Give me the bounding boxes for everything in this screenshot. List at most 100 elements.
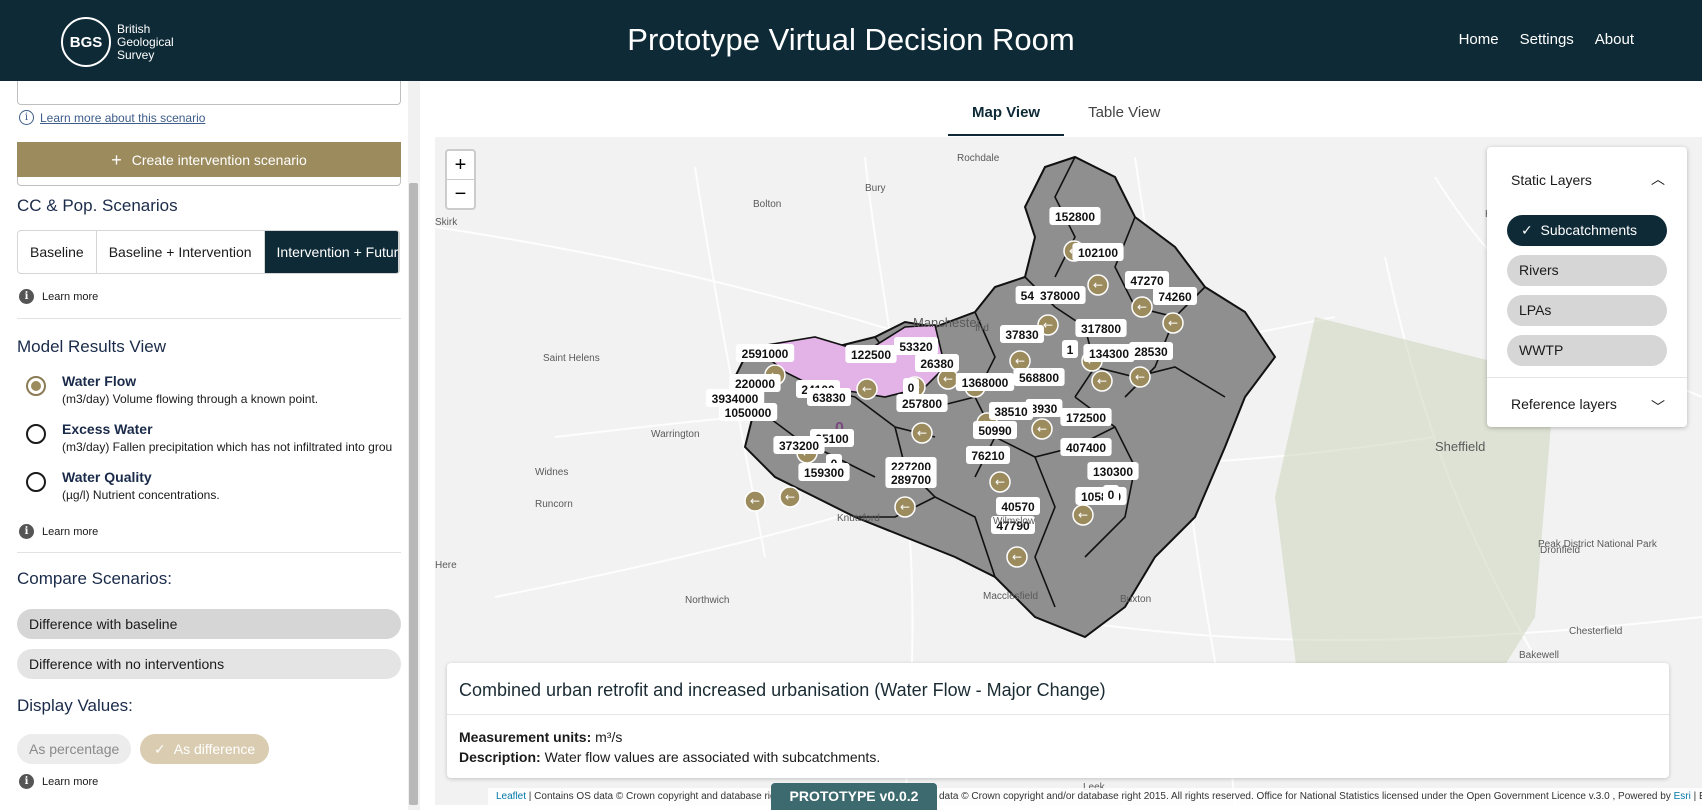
tab-table-view[interactable]: Table View xyxy=(1064,96,1184,136)
flow-marker-icon[interactable]: ← xyxy=(1162,312,1184,334)
flow-marker-icon[interactable]: ← xyxy=(894,496,916,518)
learn-more-results[interactable]: i Learn more xyxy=(19,524,98,539)
radio-excess-water[interactable]: Excess Water (m3/day) Fallen precipitati… xyxy=(26,421,392,454)
model-results-title: Model Results View xyxy=(17,337,166,356)
svg-text:220000: 220000 xyxy=(735,377,775,391)
zoom-in-button[interactable]: + xyxy=(447,151,474,179)
flow-value-label: 317800 xyxy=(1075,319,1127,337)
svg-text:←: ← xyxy=(1043,318,1053,332)
flow-marker-icon[interactable]: ← xyxy=(1006,546,1028,568)
svg-text:2591000: 2591000 xyxy=(742,347,789,361)
nav-home[interactable]: Home xyxy=(1459,31,1499,48)
compare-title: Compare Scenarios: xyxy=(17,569,172,588)
svg-text:←: ← xyxy=(943,372,953,386)
as-difference-label: As difference xyxy=(173,741,256,757)
tab-baseline[interactable]: Baseline xyxy=(18,231,97,273)
zoom-out-button[interactable]: − xyxy=(447,179,474,207)
flow-marker-icon[interactable]: ← xyxy=(911,422,933,444)
flow-value-label: 37830 xyxy=(1000,325,1044,343)
flow-value-label: 134300 xyxy=(1083,344,1135,362)
flow-marker-icon[interactable]: ← xyxy=(1031,418,1053,440)
layer-lpas[interactable]: LPAs xyxy=(1507,295,1667,326)
info-icon: i xyxy=(19,774,34,789)
tab-map-view[interactable]: Map View xyxy=(948,96,1065,136)
svg-text:3930: 3930 xyxy=(1031,402,1058,416)
radio-water-quality[interactable]: Water Quality (µg/l) Nutrient concentrat… xyxy=(26,469,392,502)
svg-text:←: ← xyxy=(862,382,872,396)
learn-more-display[interactable]: i Learn more xyxy=(19,774,98,789)
layer-subcatchments[interactable]: ✓ Subcatchments xyxy=(1507,215,1667,246)
flow-marker-icon[interactable]: ← xyxy=(779,486,801,508)
svg-text:102100: 102100 xyxy=(1078,246,1118,260)
check-icon: ✓ xyxy=(154,741,166,757)
flow-marker-icon[interactable]: ← xyxy=(1087,274,1109,296)
learn-more-scenarios[interactable]: i Learn more xyxy=(19,289,98,304)
cc-scenarios-title: CC & Pop. Scenarios xyxy=(17,196,178,215)
place-name: Runcorn xyxy=(535,499,573,510)
chevron-down-icon[interactable]: ﹀ xyxy=(1651,397,1665,417)
learn-scenario-label: Learn more about this scenario xyxy=(40,110,206,125)
svg-text:289700: 289700 xyxy=(891,473,931,487)
flow-marker-icon[interactable]: ← xyxy=(1131,296,1153,318)
flow-marker-icon[interactable]: ← xyxy=(856,378,878,400)
layer-rivers[interactable]: Rivers xyxy=(1507,255,1667,286)
compare-baseline-button[interactable]: Difference with baseline xyxy=(17,609,401,639)
svg-text:378000: 378000 xyxy=(1040,289,1080,303)
flow-value-label: 47270 xyxy=(1125,271,1169,289)
create-intervention-button[interactable]: + Create intervention scenario xyxy=(17,142,401,177)
flow-value-label: 172500 xyxy=(1060,408,1112,426)
svg-text:←: ← xyxy=(995,475,1005,489)
flow-marker-icon[interactable]: ← xyxy=(989,471,1011,493)
radio-selected-icon xyxy=(26,376,46,396)
esri-link[interactable]: Esri xyxy=(1674,791,1691,802)
chevron-up-icon[interactable]: ︿ xyxy=(1651,169,1665,189)
radio-subtitle: (µg/l) Nutrient concentrations. xyxy=(62,488,220,502)
svg-text:122500: 122500 xyxy=(851,348,891,362)
svg-text:26380: 26380 xyxy=(920,357,954,371)
flow-marker-icon[interactable]: ← xyxy=(1072,504,1094,526)
svg-text:1368000: 1368000 xyxy=(962,376,1009,390)
place-name: Bolton xyxy=(753,199,781,210)
display-values-title: Display Values: xyxy=(17,696,133,715)
place-name: Here xyxy=(435,560,457,571)
place-name: Bury xyxy=(865,183,886,194)
flow-marker-icon[interactable]: ← xyxy=(1091,370,1113,392)
svg-text:37830: 37830 xyxy=(1005,328,1039,342)
create-button-label: Create intervention scenario xyxy=(131,151,307,168)
svg-text:0: 0 xyxy=(1108,488,1115,502)
scenario-name-input[interactable] xyxy=(17,81,401,105)
svg-text:←: ← xyxy=(1137,300,1147,314)
info-icon: i xyxy=(19,289,34,304)
flow-value-label: 38510 xyxy=(989,402,1033,420)
tab-baseline-intervention[interactable]: Baseline + Intervention xyxy=(97,231,265,273)
leaflet-link[interactable]: Leaflet xyxy=(496,791,526,802)
compare-no-interventions-button[interactable]: Difference with no interventions xyxy=(17,649,401,679)
flow-value-label: 76210 xyxy=(966,446,1010,464)
flow-marker-icon[interactable]: ← xyxy=(744,490,766,512)
flow-marker-icon[interactable]: ← xyxy=(1129,366,1151,388)
nav-about[interactable]: About xyxy=(1595,31,1634,48)
scenario-segmented-control: Baseline Baseline + Intervention Interve… xyxy=(17,230,400,274)
flow-value-label: 1368000 xyxy=(955,373,1015,391)
description-line: Description: Water flow values are assoc… xyxy=(459,749,880,765)
svg-text:152800: 152800 xyxy=(1055,210,1095,224)
radio-subtitle: (m3/day) Volume flowing through a known … xyxy=(62,392,319,406)
place-name: Northwich xyxy=(685,595,729,606)
radio-unselected-icon xyxy=(26,472,46,492)
as-percentage-toggle[interactable]: As percentage xyxy=(17,734,132,764)
nav-settings[interactable]: Settings xyxy=(1520,31,1574,48)
as-difference-toggle[interactable]: ✓ As difference xyxy=(140,734,270,764)
description-label: Description: xyxy=(459,749,541,765)
radio-water-flow[interactable]: Water Flow (m3/day) Volume flowing throu… xyxy=(26,373,392,406)
attribution-tail: | Esri UK, Tom... xyxy=(1693,791,1702,802)
svg-text:134300: 134300 xyxy=(1089,347,1129,361)
flow-value-label: 0 xyxy=(1103,485,1119,503)
learn-scenario-link[interactable]: i Learn more about this scenario xyxy=(19,110,205,125)
flow-value-label: 53320 xyxy=(894,337,938,355)
place-name: Saint Helens xyxy=(543,353,600,364)
layer-wwtp[interactable]: WWTP xyxy=(1507,335,1667,366)
place-name: Knutsford xyxy=(837,513,880,524)
svg-text:130300: 130300 xyxy=(1093,465,1133,479)
tab-intervention-future[interactable]: Intervention + Future xyxy=(264,231,399,273)
sidebar-scrollbar-thumb[interactable] xyxy=(409,183,418,805)
